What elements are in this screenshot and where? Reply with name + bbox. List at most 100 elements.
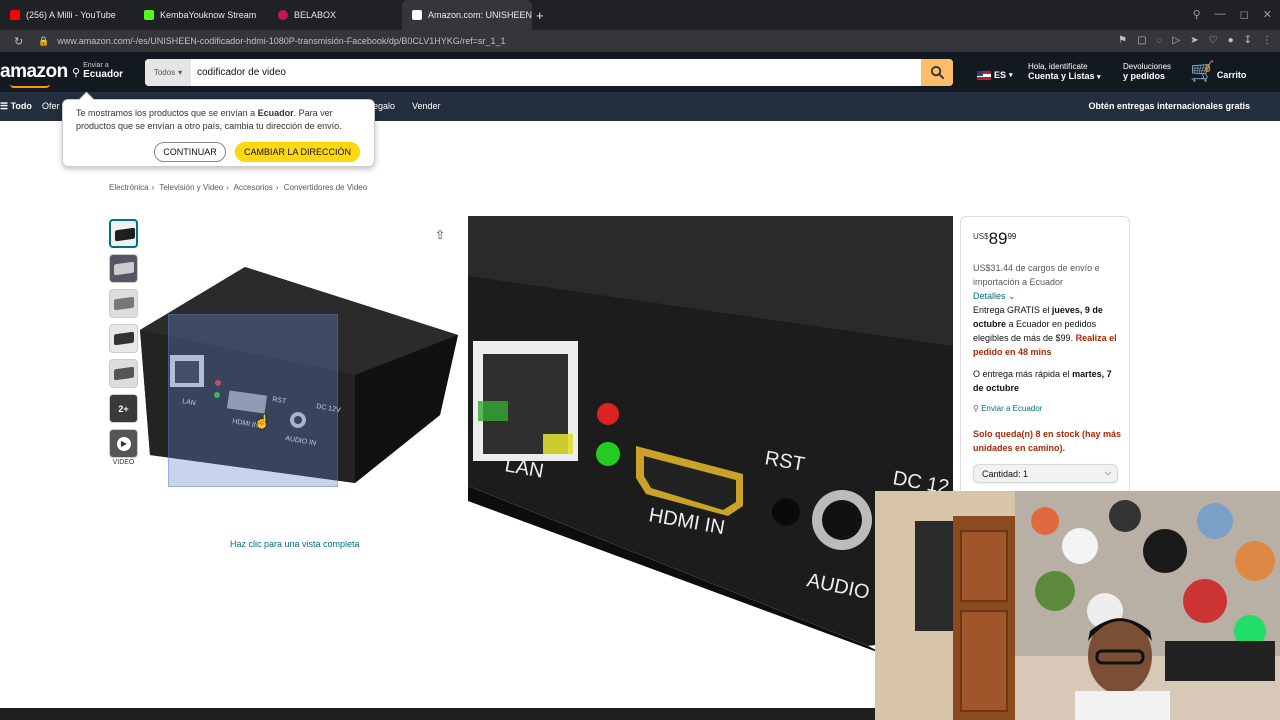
bookmark-icon[interactable]: ⚑ — [1118, 35, 1127, 46]
returns-orders[interactable]: Devoluciones y pedidos — [1123, 62, 1171, 81]
thumbnail-1[interactable] — [109, 219, 138, 248]
video-label: VIDEO — [112, 459, 135, 466]
breadcrumb-item[interactable]: Televisión y Video — [159, 183, 223, 192]
subnav-sell[interactable]: Vender — [412, 101, 441, 111]
new-tab-button[interactable]: + — [536, 8, 544, 23]
search-button[interactable] — [921, 59, 953, 86]
popover-text: Te mostramos los productos que se envían… — [76, 108, 342, 131]
search-icon — [930, 65, 944, 80]
menu-icon[interactable]: ⋮ — [1262, 35, 1272, 46]
shipping-cost: US$31.44 de cargos de envío e importació… — [973, 263, 1100, 287]
chevron-down-icon: ⌵ — [1104, 468, 1111, 477]
tab-youtube[interactable]: (256) A Milli - YouTube — [0, 0, 134, 30]
thumbnail-list: 2+ ▶ — [109, 219, 139, 464]
send-icon[interactable]: ➤ — [1190, 35, 1198, 46]
amazon-header: amazon ⚲ Enviar a Ecuador Todos ▾ ES ▾ H… — [0, 52, 1280, 92]
breadcrumb: Electrónica › Televisión y Video › Accesor… — [109, 183, 368, 192]
account-greeting: Hola, identifícate — [1028, 62, 1088, 71]
stock-status: Solo queda(n) 8 en stock (hay más unidad… — [973, 429, 1122, 453]
thumbnail-5[interactable] — [109, 359, 138, 388]
heart-icon[interactable]: ♡ — [1209, 35, 1218, 46]
search-category-select[interactable]: Todos ▾ — [145, 59, 191, 86]
chevron-down-icon: ⌄ — [1008, 291, 1016, 301]
tab-label: KembaYouknow Stream — [160, 10, 257, 20]
screenshot-icon[interactable]: ▢ — [1137, 35, 1146, 46]
cart-count: 0 — [1205, 64, 1211, 75]
location-pin-icon: ⚲ — [72, 67, 81, 79]
caret-down-icon: ▾ — [1009, 72, 1013, 79]
quantity-select[interactable]: Cantidad: 1 ⌵ — [973, 464, 1118, 483]
tab-kick[interactable]: KembaYouknow Stream — [134, 0, 268, 30]
tab-label: Amazon.com: UNISHEEN — [428, 10, 532, 20]
lock-icon[interactable]: 🔒 — [38, 36, 49, 47]
maximize-icon[interactable]: ◻ — [1240, 8, 1249, 21]
subnav-offers[interactable]: Ofer — [42, 101, 60, 111]
price: US$8999 — [973, 229, 1017, 248]
us-flag-icon — [977, 70, 991, 80]
minimize-icon[interactable]: — — [1215, 8, 1226, 21]
download-icon[interactable]: ↧ — [1244, 35, 1252, 46]
tab-label: (256) A Milli - YouTube — [26, 10, 116, 20]
address-bar-icons: ⚑ ▢ ◌ ▷ ➤ ♡ ● ↧ ⋮ — [1118, 35, 1272, 46]
wallet-icon[interactable]: ● — [1228, 35, 1234, 46]
ship-to-link[interactable]: ⚲ Enviar a Ecuador — [973, 402, 1123, 416]
cart-icon: 🛒 0 — [1190, 61, 1215, 83]
amazon-logo[interactable]: amazon — [0, 61, 68, 83]
deliver-country: Ecuador — [83, 69, 124, 80]
webcam-feed — [875, 491, 1280, 720]
thumbnail-4[interactable] — [109, 324, 138, 353]
bottom-bar — [0, 708, 875, 720]
share-icon[interactable]: ⇧ — [435, 228, 445, 242]
shield-icon[interactable]: ◌ — [1157, 35, 1163, 46]
change-address-button[interactable]: CAMBIAR LA DIRECCIÓN — [235, 142, 360, 162]
subnav-gift[interactable]: egalo — [373, 101, 395, 111]
caret-down-icon: ▾ — [1097, 74, 1101, 81]
thumbnail-2[interactable] — [109, 254, 138, 283]
mouse-cursor-icon: ☝ — [254, 414, 271, 429]
location-pin-icon: ⚲ — [973, 404, 979, 413]
url-field[interactable]: www.amazon.com/-/es/UNISHEEN-codificador… — [57, 36, 505, 46]
reload-icon[interactable]: ↻ — [14, 35, 26, 48]
account-lists: Cuenta y Listas ▾ — [1028, 71, 1101, 81]
location-popover: Te mostramos los productos que se envían… — [62, 99, 375, 167]
subnav-all[interactable]: ☰ Todo — [0, 101, 32, 112]
tab-label: BELABOX — [294, 10, 337, 20]
account-menu[interactable]: Hola, identifícate Cuenta y Listas ▾ — [1028, 62, 1101, 81]
breadcrumb-item[interactable]: Convertidores de Video — [284, 183, 367, 192]
subnav-free-shipping[interactable]: Obtén entregas internacionales gratis — [1088, 101, 1250, 111]
webcam-overlay — [875, 491, 1280, 720]
search-bar: Todos ▾ — [145, 59, 953, 86]
play-icon: ▶ — [117, 437, 131, 451]
hamburger-icon: ☰ — [0, 101, 9, 111]
thumbnail-more[interactable]: 2+ — [109, 394, 138, 423]
breadcrumb-item[interactable]: Electrónica — [109, 183, 149, 192]
zoom-lens — [168, 314, 338, 487]
continue-button[interactable]: CONTINUAR — [154, 142, 226, 162]
play-icon[interactable]: ▷ — [1173, 35, 1181, 46]
amazon-smile-icon — [10, 84, 50, 88]
youtube-icon — [10, 10, 20, 20]
details-link[interactable]: Detalles ⌄ — [973, 289, 1123, 303]
cart-button[interactable]: 🛒 0 Carrito — [1190, 62, 1246, 82]
belabox-icon — [278, 10, 288, 20]
deliver-small: Enviar a — [83, 62, 109, 69]
language-selector[interactable]: ES ▾ — [977, 70, 1013, 80]
browser-tabbar: (256) A Milli - YouTube KembaYouknow Str… — [0, 0, 1280, 30]
window-controls: ⚲ — ◻ ✕ — [1193, 8, 1272, 21]
deliver-to[interactable]: ⚲ Enviar a Ecuador — [72, 62, 123, 80]
search-input[interactable] — [191, 59, 921, 86]
tab-belabox[interactable]: BELABOX — [268, 0, 402, 30]
thumbnail-video[interactable]: ▶ — [109, 429, 138, 458]
full-view-link[interactable]: Haz clic para una vista completa — [230, 539, 360, 549]
search-tabs-icon[interactable]: ⚲ — [1193, 8, 1201, 21]
thumbnail-3[interactable] — [109, 289, 138, 318]
fast-delivery: O entrega más rápida el martes, 7 de oct… — [973, 369, 1112, 393]
close-icon[interactable]: ✕ — [1263, 8, 1272, 21]
tab-amazon[interactable]: Amazon.com: UNISHEEN — [402, 0, 532, 30]
address-bar: ↻ 🔒 www.amazon.com/-/es/UNISHEEN-codific… — [0, 30, 1280, 52]
cart-label: Carrito — [1216, 70, 1247, 80]
buy-box: US$8999 US$31.44 de cargos de envío e im… — [960, 216, 1130, 506]
amazon-icon — [412, 10, 422, 20]
breadcrumb-item[interactable]: Accesorios — [234, 183, 273, 192]
delivery-info: Entrega GRATIS el jueves, 9 de octubre a… — [973, 305, 1117, 357]
